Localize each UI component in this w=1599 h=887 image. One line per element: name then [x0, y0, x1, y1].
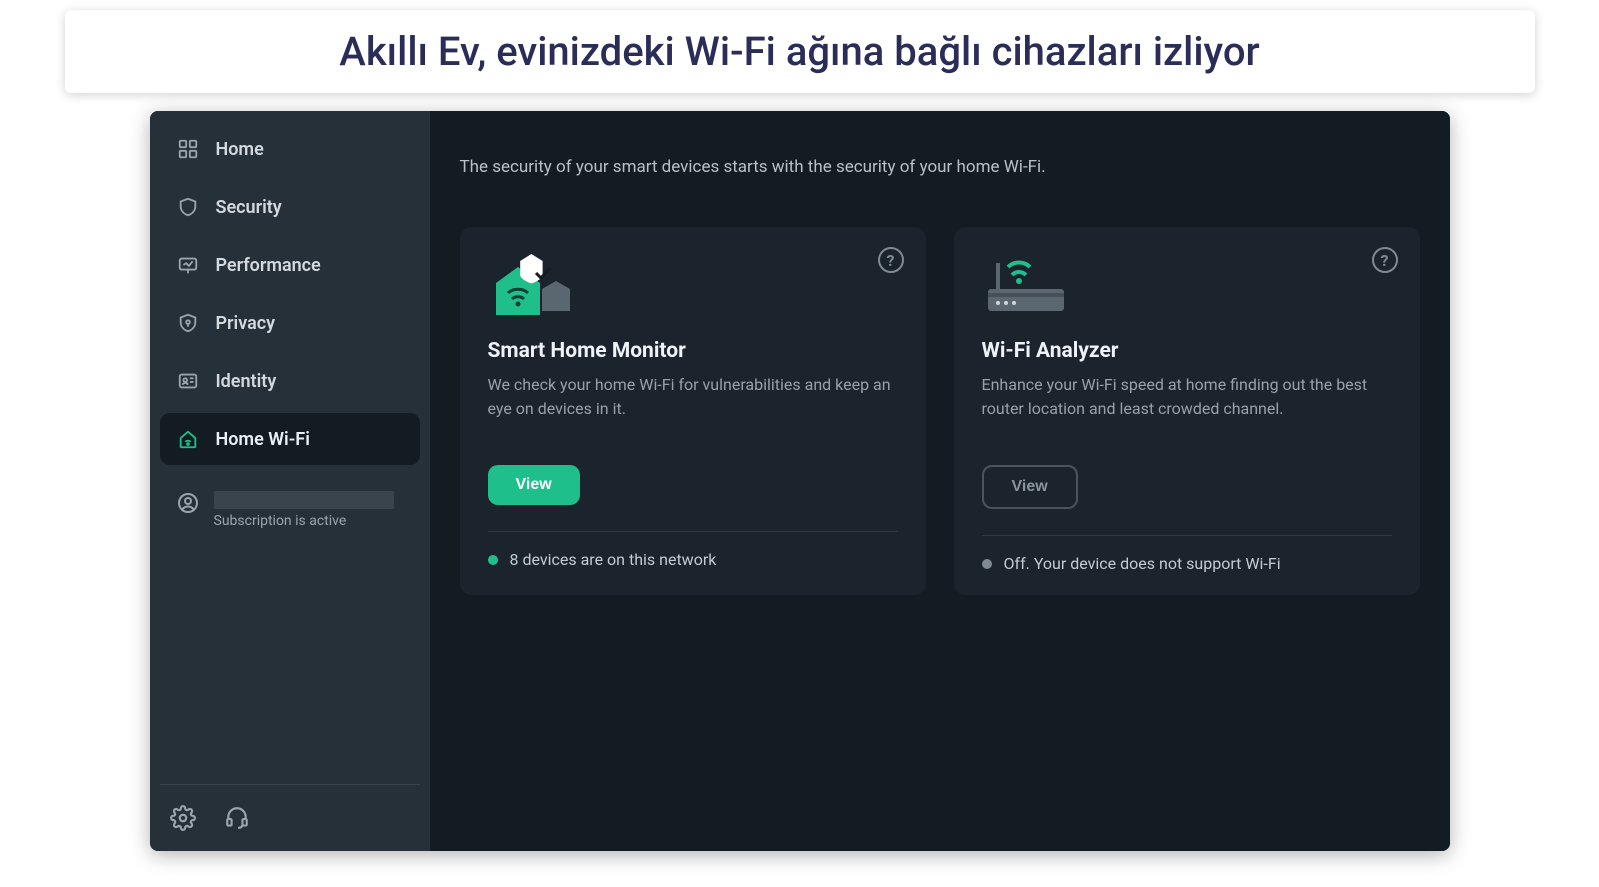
main-content: The security of your smart devices start… — [430, 111, 1450, 851]
view-button[interactable]: View — [982, 465, 1078, 509]
nav-list: Home Security Performance — [160, 123, 420, 543]
status-dot-icon — [982, 559, 992, 569]
view-button[interactable]: View — [488, 465, 580, 505]
card-wifi-analyzer: ? — [954, 227, 1420, 595]
router-icon — [982, 253, 1072, 323]
card-status: 8 devices are on this network — [488, 550, 898, 569]
sidebar-item-security[interactable]: Security — [160, 181, 420, 233]
sidebar-item-label: Security — [216, 197, 282, 218]
caption-banner: Akıllı Ev, evinizdeki Wi-Fi ağına bağlı … — [65, 10, 1535, 93]
card-status: Off. Your device does not support Wi-Fi — [982, 554, 1392, 573]
headset-icon[interactable] — [224, 805, 250, 831]
gear-icon[interactable] — [170, 805, 196, 831]
sidebar: Home Security Performance — [150, 111, 430, 851]
button-label: View — [1012, 478, 1048, 496]
help-icon[interactable]: ? — [878, 247, 904, 273]
id-card-icon — [176, 369, 200, 393]
page-subtitle: The security of your smart devices start… — [460, 157, 1420, 177]
performance-icon — [176, 253, 200, 277]
card-description: Enhance your Wi-Fi speed at home finding… — [982, 373, 1392, 445]
card-smart-home-monitor: ? Smart Home Monitor — [460, 227, 926, 595]
sidebar-item-label: Identity — [216, 371, 277, 392]
main-header: The security of your smart devices start… — [460, 111, 1420, 201]
shield-icon — [176, 195, 200, 219]
sidebar-item-label: Home Wi-Fi — [216, 429, 310, 450]
card-description: We check your home Wi-Fi for vulnerabili… — [488, 373, 898, 445]
privacy-shield-icon — [176, 311, 200, 335]
help-label: ? — [1381, 251, 1389, 270]
app-window: Home Security Performance — [150, 111, 1450, 851]
card-title: Wi-Fi Analyzer — [982, 339, 1392, 363]
home-grid-icon — [176, 137, 200, 161]
caption-text: Akıllı Ev, evinizdeki Wi-Fi ağına bağlı … — [339, 28, 1259, 75]
button-label: View — [516, 476, 552, 494]
card-title: Smart Home Monitor — [488, 339, 898, 363]
sidebar-item-label: Performance — [216, 255, 321, 276]
smart-home-icon — [488, 253, 578, 323]
sidebar-account[interactable]: Subscription is active — [160, 477, 420, 543]
sidebar-item-home-wifi[interactable]: Home Wi-Fi — [160, 413, 420, 465]
status-text: Off. Your device does not support Wi-Fi — [1004, 554, 1281, 573]
help-label: ? — [887, 251, 895, 270]
user-circle-icon — [176, 491, 200, 515]
account-info: Subscription is active — [214, 491, 394, 529]
card-divider — [488, 531, 898, 532]
sidebar-item-label: Privacy — [216, 313, 276, 334]
page-title — [460, 121, 1420, 151]
cards-row: ? Smart Home Monitor — [460, 227, 1420, 595]
sidebar-item-identity[interactable]: Identity — [160, 355, 420, 407]
sidebar-item-privacy[interactable]: Privacy — [160, 297, 420, 349]
account-name-redacted — [214, 491, 394, 509]
sidebar-item-performance[interactable]: Performance — [160, 239, 420, 291]
status-dot-icon — [488, 555, 498, 565]
card-divider — [982, 535, 1392, 536]
subscription-status: Subscription is active — [214, 513, 394, 529]
status-text: 8 devices are on this network — [510, 550, 717, 569]
sidebar-item-home[interactable]: Home — [160, 123, 420, 175]
help-icon[interactable]: ? — [1372, 247, 1398, 273]
house-wifi-icon — [176, 427, 200, 451]
sidebar-footer — [160, 784, 420, 831]
sidebar-item-label: Home — [216, 139, 264, 160]
